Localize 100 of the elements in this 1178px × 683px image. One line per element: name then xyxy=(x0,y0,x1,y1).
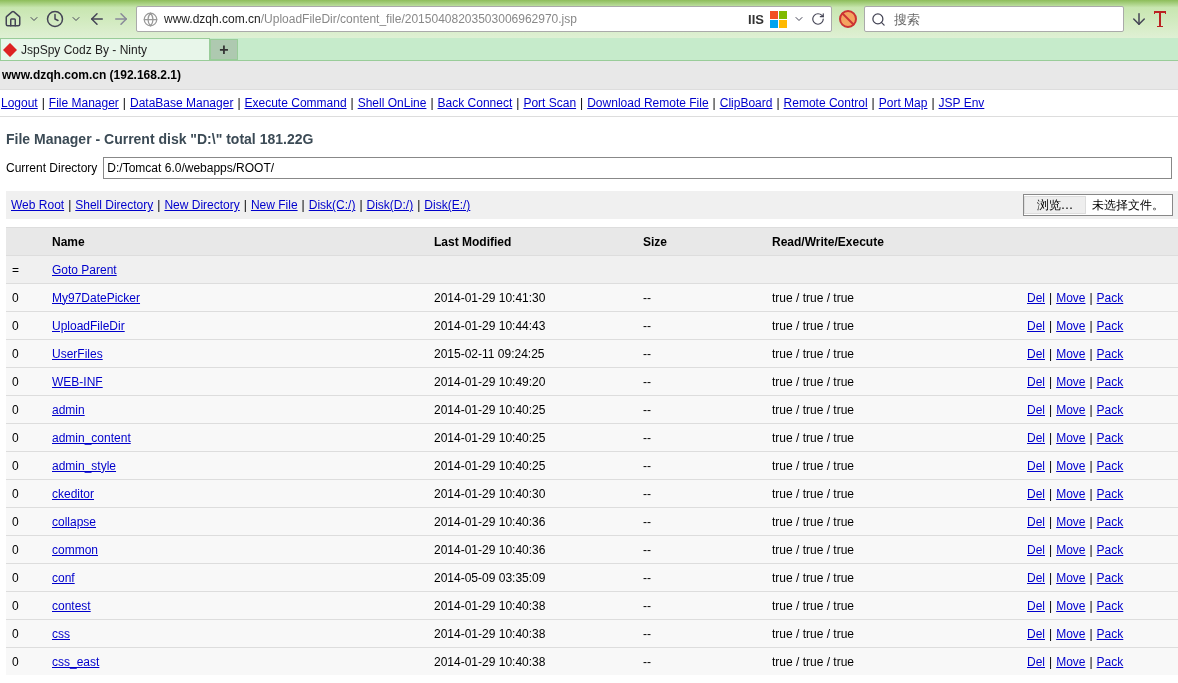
table-cell-text: 0 xyxy=(11,346,20,361)
action-link[interactable]: Del xyxy=(1027,402,1045,417)
action-link[interactable]: Pack xyxy=(1096,542,1124,557)
nav-link[interactable]: DataBase Manager xyxy=(130,96,234,110)
action-link[interactable]: Pack xyxy=(1096,290,1124,305)
toolbar-link[interactable]: Shell Directory xyxy=(75,198,154,212)
new-tab-button[interactable]: + xyxy=(210,39,238,60)
action-link[interactable]: Pack xyxy=(1096,402,1124,417)
folder-link[interactable]: My97DatePicker xyxy=(52,290,141,305)
action-link[interactable]: Pack xyxy=(1096,486,1124,501)
folder-link[interactable]: WEB-INF xyxy=(52,374,103,389)
forward-icon[interactable] xyxy=(112,10,130,28)
toolbar-link[interactable]: Web Root xyxy=(11,198,65,212)
folder-link[interactable]: ckeditor xyxy=(52,486,95,501)
action-link[interactable]: Del xyxy=(1027,654,1045,669)
folder-link[interactable]: css_east xyxy=(52,654,100,669)
url-text: www.dzqh.com.cn/UploadFileDir/content_file/20150408203503006962970.jsp xyxy=(164,12,577,26)
nav-link[interactable]: Execute Command xyxy=(244,96,347,110)
folder-link[interactable]: contest xyxy=(52,598,91,613)
browser-tab[interactable]: JspSpy Codz By - Ninty xyxy=(0,38,210,60)
separator: | xyxy=(1049,626,1053,641)
nav-link[interactable]: Logout xyxy=(1,96,38,110)
download-icon[interactable] xyxy=(1130,10,1148,28)
browse-button[interactable]: 浏览… xyxy=(1024,196,1086,214)
action-link[interactable]: Del xyxy=(1027,346,1045,361)
separator: | xyxy=(1049,346,1053,361)
nav-link[interactable]: JSP Env xyxy=(938,96,985,110)
toolbar-link[interactable]: New Directory xyxy=(164,198,240,212)
back-icon[interactable] xyxy=(88,10,106,28)
action-link[interactable]: Move xyxy=(1056,626,1086,641)
action-link[interactable]: Move xyxy=(1056,570,1086,585)
nav-link[interactable]: File Manager xyxy=(48,96,119,110)
action-link[interactable]: Del xyxy=(1027,290,1045,305)
action-link[interactable]: Pack xyxy=(1096,458,1124,473)
table-cell-text: 0 xyxy=(11,626,20,641)
action-link[interactable]: Pack xyxy=(1096,598,1124,613)
action-link[interactable]: Move xyxy=(1056,430,1086,445)
toolbar-link[interactable]: Disk(E:/) xyxy=(424,198,471,212)
separator: | xyxy=(122,96,126,110)
folder-link[interactable]: common xyxy=(52,542,98,557)
action-link[interactable]: Pack xyxy=(1096,430,1124,445)
table-cell-text: 2014-01-29 10:40:38 xyxy=(433,654,547,669)
action-link[interactable]: Move xyxy=(1056,458,1086,473)
action-link[interactable]: Del xyxy=(1027,430,1045,445)
nav-link[interactable]: Port Map xyxy=(878,96,928,110)
folder-link[interactable]: admin_style xyxy=(52,458,117,473)
parent-link[interactable]: Goto Parent xyxy=(52,262,117,277)
reload-icon[interactable] xyxy=(811,12,825,26)
nav-link[interactable]: Remote Control xyxy=(783,96,868,110)
nav-link[interactable]: Shell OnLine xyxy=(357,96,427,110)
action-link[interactable]: Move xyxy=(1056,290,1086,305)
letter-icon[interactable] xyxy=(1154,10,1166,28)
action-link[interactable]: Del xyxy=(1027,318,1045,333)
action-link[interactable]: Move xyxy=(1056,374,1086,389)
table-cell-text: 2014-01-29 10:49:20 xyxy=(433,374,547,389)
action-link[interactable]: Del xyxy=(1027,626,1045,641)
blocked-icon[interactable] xyxy=(838,9,858,29)
action-link[interactable]: Del xyxy=(1027,486,1045,501)
toolbar-link[interactable]: Disk(D:/) xyxy=(366,198,414,212)
folder-link[interactable]: css xyxy=(52,626,70,641)
action-link[interactable]: Del xyxy=(1027,514,1045,529)
nav-link[interactable]: Port Scan xyxy=(523,96,577,110)
toolbar-link[interactable]: Disk(C:/) xyxy=(308,198,356,212)
nav-link[interactable]: Download Remote File xyxy=(587,96,709,110)
file-upload-field[interactable]: 浏览… 未选择文件。 xyxy=(1023,194,1173,216)
action-link[interactable]: Pack xyxy=(1096,514,1124,529)
action-link[interactable]: Pack xyxy=(1096,570,1124,585)
folder-link[interactable]: UploadFileDir xyxy=(52,318,125,333)
action-link[interactable]: Del xyxy=(1027,542,1045,557)
search-field[interactable]: 搜索 xyxy=(864,6,1124,32)
action-link[interactable]: Move xyxy=(1056,598,1086,613)
toolbar-link[interactable]: New File xyxy=(250,198,298,212)
action-link[interactable]: Pack xyxy=(1096,374,1124,389)
action-link[interactable]: Del xyxy=(1027,598,1045,613)
separator: | xyxy=(1089,458,1093,473)
folder-link[interactable]: collapse xyxy=(52,514,97,529)
action-link[interactable]: Pack xyxy=(1096,318,1124,333)
action-link[interactable]: Del xyxy=(1027,374,1045,389)
action-link[interactable]: Move xyxy=(1056,318,1086,333)
action-link[interactable]: Del xyxy=(1027,458,1045,473)
action-link[interactable]: Move xyxy=(1056,346,1086,361)
address-bar[interactable]: www.dzqh.com.cn/UploadFileDir/content_file/20150408203503006962970.jsp IIS xyxy=(136,6,832,32)
folder-link[interactable]: conf xyxy=(52,570,75,585)
action-link[interactable]: Move xyxy=(1056,486,1086,501)
history-icon[interactable] xyxy=(46,10,64,28)
folder-link[interactable]: admin xyxy=(52,402,85,417)
directory-field[interactable]: D:/Tomcat 6.0/webapps/ROOT/ xyxy=(103,157,1172,179)
action-link[interactable]: Move xyxy=(1056,514,1086,529)
home-icon[interactable] xyxy=(4,10,22,28)
nav-link[interactable]: ClipBoard xyxy=(719,96,773,110)
action-link[interactable]: Move xyxy=(1056,402,1086,417)
folder-link[interactable]: admin_content xyxy=(52,430,131,445)
folder-link[interactable]: UserFiles xyxy=(52,346,103,361)
action-link[interactable]: Move xyxy=(1056,654,1086,669)
nav-link[interactable]: Back Connect xyxy=(437,96,513,110)
action-link[interactable]: Pack xyxy=(1096,626,1124,641)
action-link[interactable]: Pack xyxy=(1096,346,1124,361)
action-link[interactable]: Move xyxy=(1056,542,1086,557)
action-link[interactable]: Del xyxy=(1027,570,1045,585)
action-link[interactable]: Pack xyxy=(1096,654,1124,669)
